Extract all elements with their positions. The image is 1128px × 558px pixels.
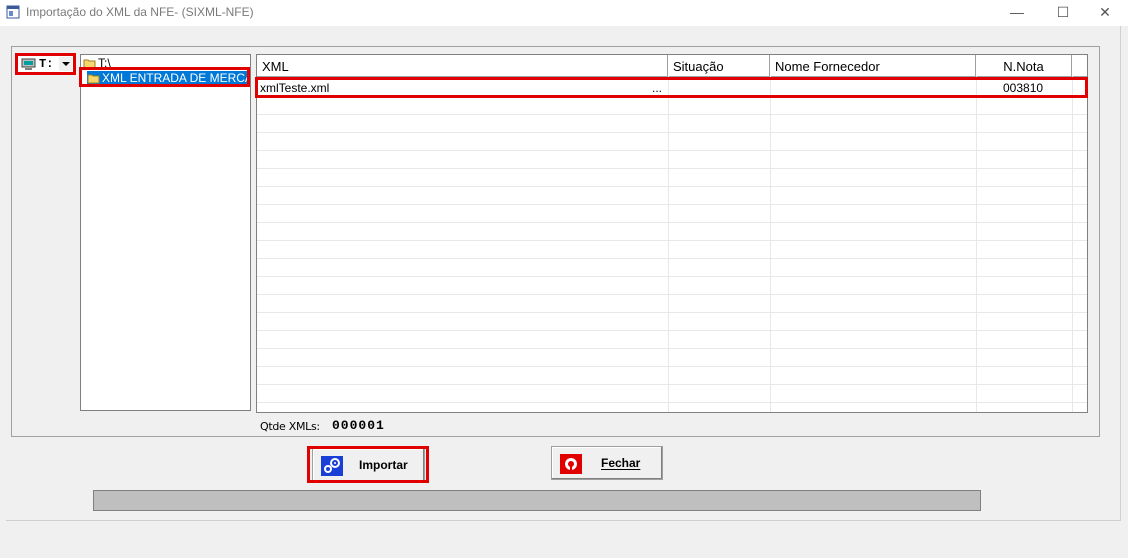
tree-item-root[interactable]: T:\	[83, 56, 111, 71]
chevron-down-icon[interactable]	[59, 57, 72, 71]
empty-row	[257, 97, 1087, 115]
import-button[interactable]: Importar	[312, 448, 425, 482]
minimize-button[interactable]: —	[994, 0, 1040, 26]
column-header-fornecedor[interactable]: Nome Fornecedor	[770, 55, 976, 76]
empty-row	[257, 331, 1087, 349]
cell-fornecedor	[770, 79, 976, 97]
table-row[interactable]: xmlTeste.xml ... 003810	[257, 79, 1087, 97]
progress-bar	[93, 490, 981, 511]
close-window-button[interactable]: ✕	[1082, 0, 1128, 26]
empty-row	[257, 133, 1087, 151]
import-button-label: Importar	[359, 458, 408, 472]
fechar-button[interactable]: Fechar	[551, 446, 663, 480]
cell-nota: 003810	[1003, 81, 1044, 95]
cell-ellipsis: ...	[652, 81, 663, 95]
tree-root-label: T:\	[98, 56, 111, 70]
cell-xml: xmlTeste.xml	[260, 81, 330, 95]
drive-value: T:	[39, 57, 54, 71]
grid-header: XML Situação Nome Fornecedor N.Nota	[257, 55, 1087, 77]
xml-grid[interactable]: XML Situação Nome Fornecedor N.Nota xmlT…	[256, 54, 1088, 413]
column-header-nota[interactable]: N.Nota	[976, 55, 1072, 76]
gears-icon	[321, 456, 343, 476]
empty-row	[257, 367, 1087, 385]
empty-row	[257, 259, 1087, 277]
title-bar: Importação do XML da NFE- (SIXML-NFE) — …	[0, 0, 1128, 26]
column-header-xml[interactable]: XML	[257, 55, 668, 76]
window-title: Importação do XML da NFE- (SIXML-NFE)	[26, 5, 254, 19]
fechar-button-label: Fechar	[601, 456, 641, 470]
maximize-button[interactable]: ☐	[1040, 0, 1086, 26]
empty-row	[257, 151, 1087, 169]
empty-row	[257, 241, 1087, 259]
qtde-xmls-label: Qtde XMLs:	[260, 420, 320, 433]
tree-item-selected[interactable]: XML ENTRADA DE MERCA	[87, 71, 251, 86]
empty-row	[257, 187, 1087, 205]
open-folder-icon	[87, 74, 100, 84]
empty-row	[257, 349, 1087, 367]
empty-row	[257, 115, 1087, 133]
computer-drive-icon	[21, 58, 36, 70]
empty-row	[257, 313, 1087, 331]
exit-door-icon	[560, 454, 582, 474]
directory-tree[interactable]: T:\ XML ENTRADA DE MERCA	[80, 54, 251, 411]
empty-row	[257, 385, 1087, 403]
tree-selected-label: XML ENTRADA DE MERCA	[102, 71, 251, 85]
empty-row	[257, 205, 1087, 223]
drive-combobox[interactable]: T:	[17, 55, 74, 73]
empty-row	[257, 277, 1087, 295]
empty-row	[257, 223, 1087, 241]
open-folder-icon	[83, 59, 96, 69]
cell-situacao	[668, 79, 770, 97]
app-icon	[6, 5, 20, 19]
column-header-situacao[interactable]: Situação	[668, 55, 770, 76]
empty-row	[257, 169, 1087, 187]
empty-row	[257, 295, 1087, 313]
qtde-xmls-value: 000001	[332, 418, 385, 433]
